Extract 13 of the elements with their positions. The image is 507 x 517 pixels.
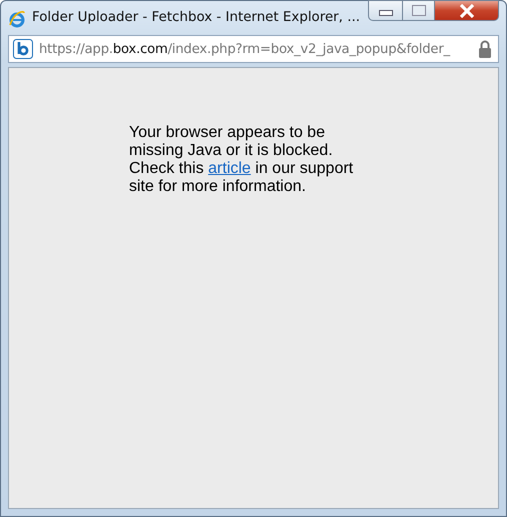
close-button[interactable] xyxy=(435,0,499,21)
address-bar[interactable]: https://app.box.com/index.php?rm=box_v2_java_popup&folder_ xyxy=(8,35,499,63)
window-title: Folder Uploader - Fetchbox - Internet Explorer, ... xyxy=(32,10,360,25)
minimize-icon xyxy=(378,10,392,16)
url-text: https://app.box.com/index.php?rm=box_v2_java_popup&folder_ xyxy=(39,42,452,56)
close-icon xyxy=(458,4,474,18)
maximize-button[interactable] xyxy=(403,0,435,21)
site-logo-icon xyxy=(13,39,33,59)
minimize-button[interactable] xyxy=(368,0,403,21)
article-link[interactable]: article xyxy=(208,160,251,177)
maximize-icon xyxy=(412,5,426,16)
error-message: Your browser appears to be missing Java or it is blocked. Check this article in our support site for more information. xyxy=(129,124,354,196)
browser-logo-icon xyxy=(8,10,26,28)
